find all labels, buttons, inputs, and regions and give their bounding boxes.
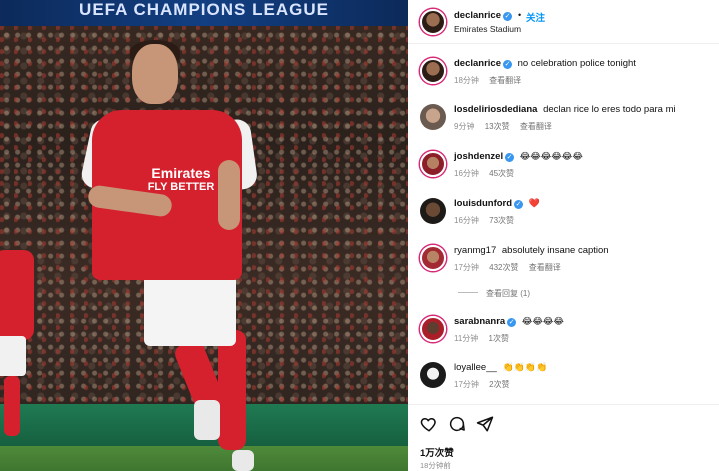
commenter-username[interactable]: loyallee__: [454, 362, 497, 373]
verified-badge-icon: ✓: [514, 200, 524, 209]
commenter-username[interactable]: joshdenzel: [454, 151, 503, 162]
follow-button[interactable]: 关注: [526, 10, 545, 24]
comment-likes[interactable]: 1次赞: [489, 334, 509, 343]
post-photo[interactable]: UEFA CHAMPIONS LEAGUE Emirates FLY BETTE…: [0, 0, 408, 471]
post-header: declanrice ✓ • 关注 Emirates Stadium: [408, 0, 719, 44]
comment-time: 11分钟: [454, 334, 479, 343]
stadium-banner: UEFA CHAMPIONS LEAGUE: [0, 0, 408, 26]
see-translation-link[interactable]: 查看翻译: [520, 122, 552, 131]
commenter-avatar[interactable]: [420, 58, 446, 84]
comment-time: 17分钟: [454, 263, 479, 272]
comment-likes[interactable]: 73次赞: [489, 216, 514, 225]
commenter-username[interactable]: sarabnanra: [454, 316, 505, 327]
comment-item: louisdunford ✓ ❤️ 16分钟 73次赞: [408, 198, 719, 244]
comment-time: 9分钟: [454, 122, 475, 131]
view-replies-label: 查看回复 (1): [486, 289, 530, 298]
comment-text: joshdenzel ✓ 😂😂😂😂😂😂: [454, 151, 583, 162]
comment-meta: 17分钟 432次赞 查看翻译: [454, 262, 569, 273]
comment-time: 16分钟: [454, 216, 479, 225]
comment-body: absolutely insane caption: [501, 245, 609, 256]
author-avatar[interactable]: [420, 9, 446, 35]
comment-body: ❤️: [528, 198, 540, 208]
comment-meta: 16分钟 45次赞: [454, 168, 522, 179]
commenter-avatar[interactable]: [420, 198, 446, 224]
verified-badge-icon: ✓: [503, 12, 512, 21]
view-replies-button[interactable]: 查看回复 (1): [458, 288, 530, 299]
comment-body: no celebration police tonight: [517, 58, 636, 69]
see-translation-link[interactable]: 查看翻译: [489, 76, 521, 85]
comment-meta: 16分钟 73次赞: [454, 215, 522, 226]
comment-time: 16分钟: [454, 169, 479, 178]
comment-likes[interactable]: 2次赞: [489, 380, 509, 389]
comment-text: declanrice ✓ no celebration police tonigh…: [454, 58, 636, 69]
commenter-avatar[interactable]: [420, 245, 446, 271]
commenter-username[interactable]: louisdunford: [454, 198, 512, 209]
share-icon[interactable]: [476, 415, 494, 433]
comment-item: joshdenzel ✓ 😂😂😂😂😂😂 16分钟 45次赞: [408, 151, 719, 197]
comment-item: losdeliriosdediana declan rice lo eres t…: [408, 104, 719, 150]
comment-text: loyallee__ 👏👏👏👏: [454, 362, 547, 373]
commenter-avatar[interactable]: [420, 151, 446, 177]
commenter-avatar[interactable]: [420, 316, 446, 342]
comment-item: ryanmg17 absolutely insane caption 17分钟 …: [408, 245, 719, 291]
commenter-username[interactable]: losdeliriosdediana: [454, 104, 537, 115]
comment-meta: 17分钟 2次赞: [454, 379, 518, 390]
separator-dot: •: [518, 10, 522, 20]
verified-badge-icon: ✓: [507, 318, 517, 327]
comment-meta: 18分钟 查看翻译: [454, 75, 529, 86]
commenter-avatar[interactable]: [420, 362, 446, 388]
verified-badge-icon: ✓: [505, 153, 515, 162]
comment-text: sarabnanra ✓ 😂😂😂😂: [454, 316, 564, 327]
comment-meta: 11分钟 1次赞: [454, 333, 517, 344]
comment-body: 😂😂😂😂😂😂: [519, 151, 583, 161]
comment-body: 👏👏👏👏: [502, 362, 548, 372]
heart-icon[interactable]: [420, 415, 438, 433]
comment-likes[interactable]: 13次赞: [485, 122, 510, 131]
post-actions-bar: 1万次赞 18分钟前: [408, 404, 719, 471]
comment-item: sarabnanra ✓ 😂😂😂😂 11分钟 1次赞: [408, 316, 719, 362]
comment-text: louisdunford ✓ ❤️: [454, 198, 540, 209]
commenter-avatar[interactable]: [420, 104, 446, 130]
verified-badge-icon: ✓: [503, 60, 512, 69]
comment-item: loyallee__ 👏👏👏👏 17分钟 2次赞: [408, 362, 719, 408]
main-player: Emirates FLY BETTER: [79, 40, 259, 471]
comment-meta: 9分钟 13次赞 查看翻译: [454, 121, 560, 132]
replies-divider: [458, 292, 478, 293]
comment-likes[interactable]: 432次赞: [489, 263, 518, 272]
comment-body: 😂😂😂😂: [521, 316, 564, 326]
side-player: [0, 240, 38, 440]
see-translation-link[interactable]: 查看翻译: [529, 263, 561, 272]
shirt-sponsor: Emirates FLY BETTER: [147, 165, 215, 193]
comment-text: ryanmg17 absolutely insane caption: [454, 245, 609, 256]
commenter-username[interactable]: ryanmg17: [454, 245, 496, 256]
post-timestamp: 18分钟前: [420, 461, 451, 470]
likes-count[interactable]: 1万次赞: [420, 445, 454, 459]
comment-likes[interactable]: 45次赞: [489, 169, 514, 178]
caption-comment: declanrice ✓ no celebration police tonigh…: [408, 58, 719, 104]
comment-icon[interactable]: [448, 415, 466, 433]
commenter-username[interactable]: declanrice: [454, 58, 501, 69]
comment-body: declan rice lo eres todo para mi: [543, 104, 676, 115]
post-location[interactable]: Emirates Stadium: [454, 24, 521, 34]
comment-time: 17分钟: [454, 380, 479, 389]
comment-time: 18分钟: [454, 76, 479, 85]
comment-text: losdeliriosdediana declan rice lo eres t…: [454, 104, 676, 115]
post-side-panel: declanrice ✓ • 关注 Emirates Stadium declan…: [408, 0, 719, 471]
author-username[interactable]: declanrice ✓: [454, 10, 512, 21]
